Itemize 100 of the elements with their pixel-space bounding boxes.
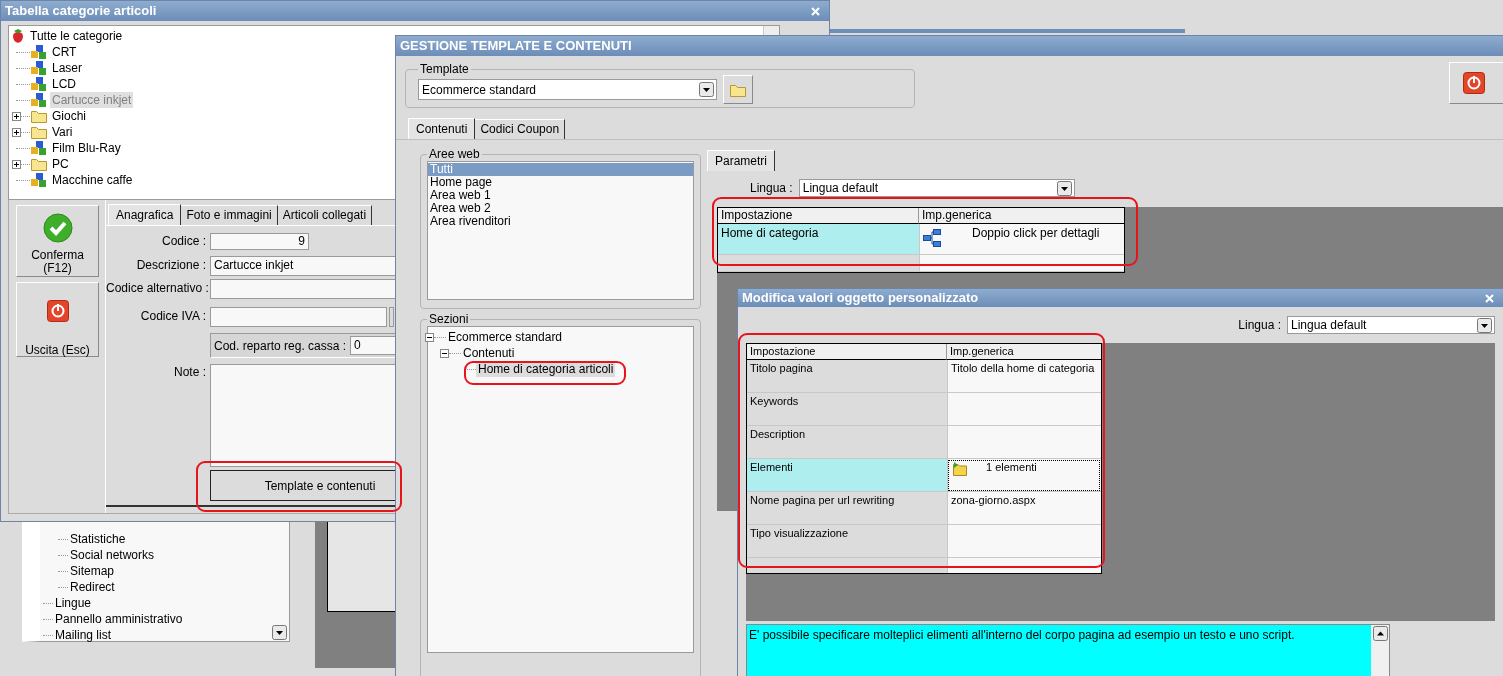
group-label: Aree web (428, 147, 481, 161)
tree-item[interactable]: Film Blu-Ray (50, 140, 123, 156)
table-cell[interactable]: Doppio click per dettagli (919, 224, 1124, 255)
cell-text: 1 elementi (986, 461, 1037, 473)
list-item[interactable]: Area web 2 (428, 202, 693, 215)
tree-item[interactable]: LCD (50, 76, 78, 92)
dropdown[interactable]: Ecommerce standard (418, 79, 717, 100)
table-cell[interactable]: Titolo pagina (747, 360, 947, 393)
hierarchy-icon (923, 229, 941, 247)
group-label: Template (419, 62, 470, 76)
collapse-icon[interactable] (440, 348, 449, 358)
table-cell[interactable] (947, 525, 1101, 558)
list-item[interactable]: Area web 1 (428, 189, 693, 202)
scroll-up-icon[interactable] (1372, 626, 1388, 641)
field-label: Lingua : (1238, 318, 1282, 332)
field-label: Lingua : (750, 181, 794, 195)
column-header: Impostazione (747, 344, 947, 360)
tree-item[interactable]: CRT (50, 44, 79, 60)
tree-item[interactable]: Sitemap (70, 563, 115, 579)
tree-item[interactable]: Statistiche (70, 531, 126, 547)
text-field[interactable] (210, 364, 395, 467)
group-label: Sezioni (428, 312, 470, 326)
table-cell[interactable]: Description (747, 426, 947, 459)
field-label: Codice IVA : (139, 308, 207, 325)
table-cell[interactable]: zona-giorno.aspx (947, 492, 1101, 525)
template-button[interactable]: Template e contenuti (210, 470, 395, 501)
cubes-icon (30, 76, 48, 92)
exit-button[interactable] (1449, 62, 1503, 104)
field-label: Descrizione : (135, 257, 207, 274)
scrollbar[interactable] (763, 26, 779, 35)
table-cell[interactable]: Home di categoria (718, 224, 919, 255)
folder-icon (952, 461, 968, 477)
side-button[interactable]: Conferma (F12) (16, 205, 99, 277)
scroll-down-icon[interactable] (272, 625, 287, 640)
dropdown-value: Ecommerce standard (422, 82, 538, 97)
list-item[interactable]: Home page (428, 176, 693, 189)
check-icon (42, 213, 73, 243)
tab[interactable]: Contenuti (408, 118, 476, 139)
tree-item[interactable]: Vari (50, 124, 75, 140)
tab[interactable]: Anagrafica (108, 204, 182, 225)
tree-item[interactable]: Pannello amministrativo (55, 611, 183, 627)
power-icon (46, 300, 69, 322)
text-field[interactable]: 9 (210, 233, 309, 250)
tree-item[interactable]: Mailing list (55, 627, 111, 643)
cell-text: Doppio click per dettagli (972, 226, 1100, 240)
expand-icon[interactable] (12, 159, 21, 169)
dropdown-value: Lingua default (1291, 318, 1368, 332)
folder-button[interactable] (723, 75, 753, 104)
cubes-icon (30, 60, 48, 76)
table-cell[interactable]: 1 elementi (947, 459, 1101, 492)
window-title: GESTIONE TEMPLATE E CONTENUTI (400, 37, 633, 55)
column-header: Imp.generica (947, 344, 1101, 360)
description-text: E' possibile specificare molteplici elimenti all'interno del corpo pagina ad esempio un testo e uno script. (748, 627, 1296, 644)
dropdown[interactable]: Lingua default (798, 179, 1075, 197)
tree-item[interactable]: Ecommerce standard (446, 329, 565, 345)
tree-item[interactable]: Contenuti (461, 345, 517, 361)
field-label: Cod. reparto reg. cassa : (213, 338, 348, 353)
text-field[interactable] (210, 307, 387, 327)
table-cell[interactable]: Keywords (747, 393, 947, 426)
table-cell[interactable] (947, 426, 1101, 459)
folder-icon (30, 125, 48, 139)
table-cell[interactable] (947, 393, 1101, 426)
expand-icon[interactable] (12, 127, 21, 137)
tree-item[interactable]: Giochi (50, 108, 88, 124)
close-icon[interactable] (811, 6, 820, 16)
collapse-icon[interactable] (425, 332, 434, 342)
table-cell[interactable]: Nome pagina per url rewriting (747, 492, 947, 525)
column-header: Imp.generica (919, 208, 1124, 224)
cubes-icon (30, 44, 48, 60)
tree-item[interactable]: Lingue (55, 595, 92, 611)
folder-icon (729, 82, 747, 97)
column-header: Impostazione (718, 208, 919, 224)
side-button[interactable]: Uscita (Esc) (16, 282, 99, 357)
dropdown-value: Lingua default (802, 181, 880, 195)
tree-item[interactable]: PC (50, 156, 71, 172)
tab[interactable]: Parametri (707, 150, 775, 171)
expand-icon[interactable] (12, 111, 21, 121)
text-field[interactable]: Cartucce inkjet (210, 256, 395, 276)
tab[interactable]: Codici Coupon (475, 119, 566, 139)
power-icon (1463, 72, 1485, 94)
table-cell[interactable]: Titolo della home di categoria (947, 360, 1101, 393)
tree-item[interactable]: Social networks (70, 547, 155, 563)
cubes-icon (30, 92, 48, 108)
window-title: Modifica valori oggetto personalizzato (742, 289, 980, 307)
close-icon[interactable] (1485, 293, 1494, 303)
tree-item[interactable]: Tutte le categorie (28, 28, 125, 44)
tree-item[interactable]: Redirect (70, 579, 115, 595)
table-cell[interactable]: Elementi (747, 459, 947, 492)
dropdown[interactable]: Lingua default (1287, 316, 1495, 334)
tree-item[interactable]: Macchine caffe (50, 172, 135, 188)
tab[interactable]: Articoli collegati (277, 205, 373, 225)
text-field[interactable]: 0 (350, 336, 395, 355)
tree-item[interactable]: Laser (50, 60, 85, 76)
text-field[interactable] (210, 279, 395, 299)
field-label: Codice : (160, 233, 207, 249)
folder-icon (30, 157, 48, 171)
table-cell[interactable]: Tipo visualizzazione (747, 525, 947, 558)
tab[interactable]: Foto e immagini (181, 205, 278, 225)
list-item[interactable]: Area rivenditori (428, 215, 693, 228)
strawberry-icon (10, 28, 26, 44)
